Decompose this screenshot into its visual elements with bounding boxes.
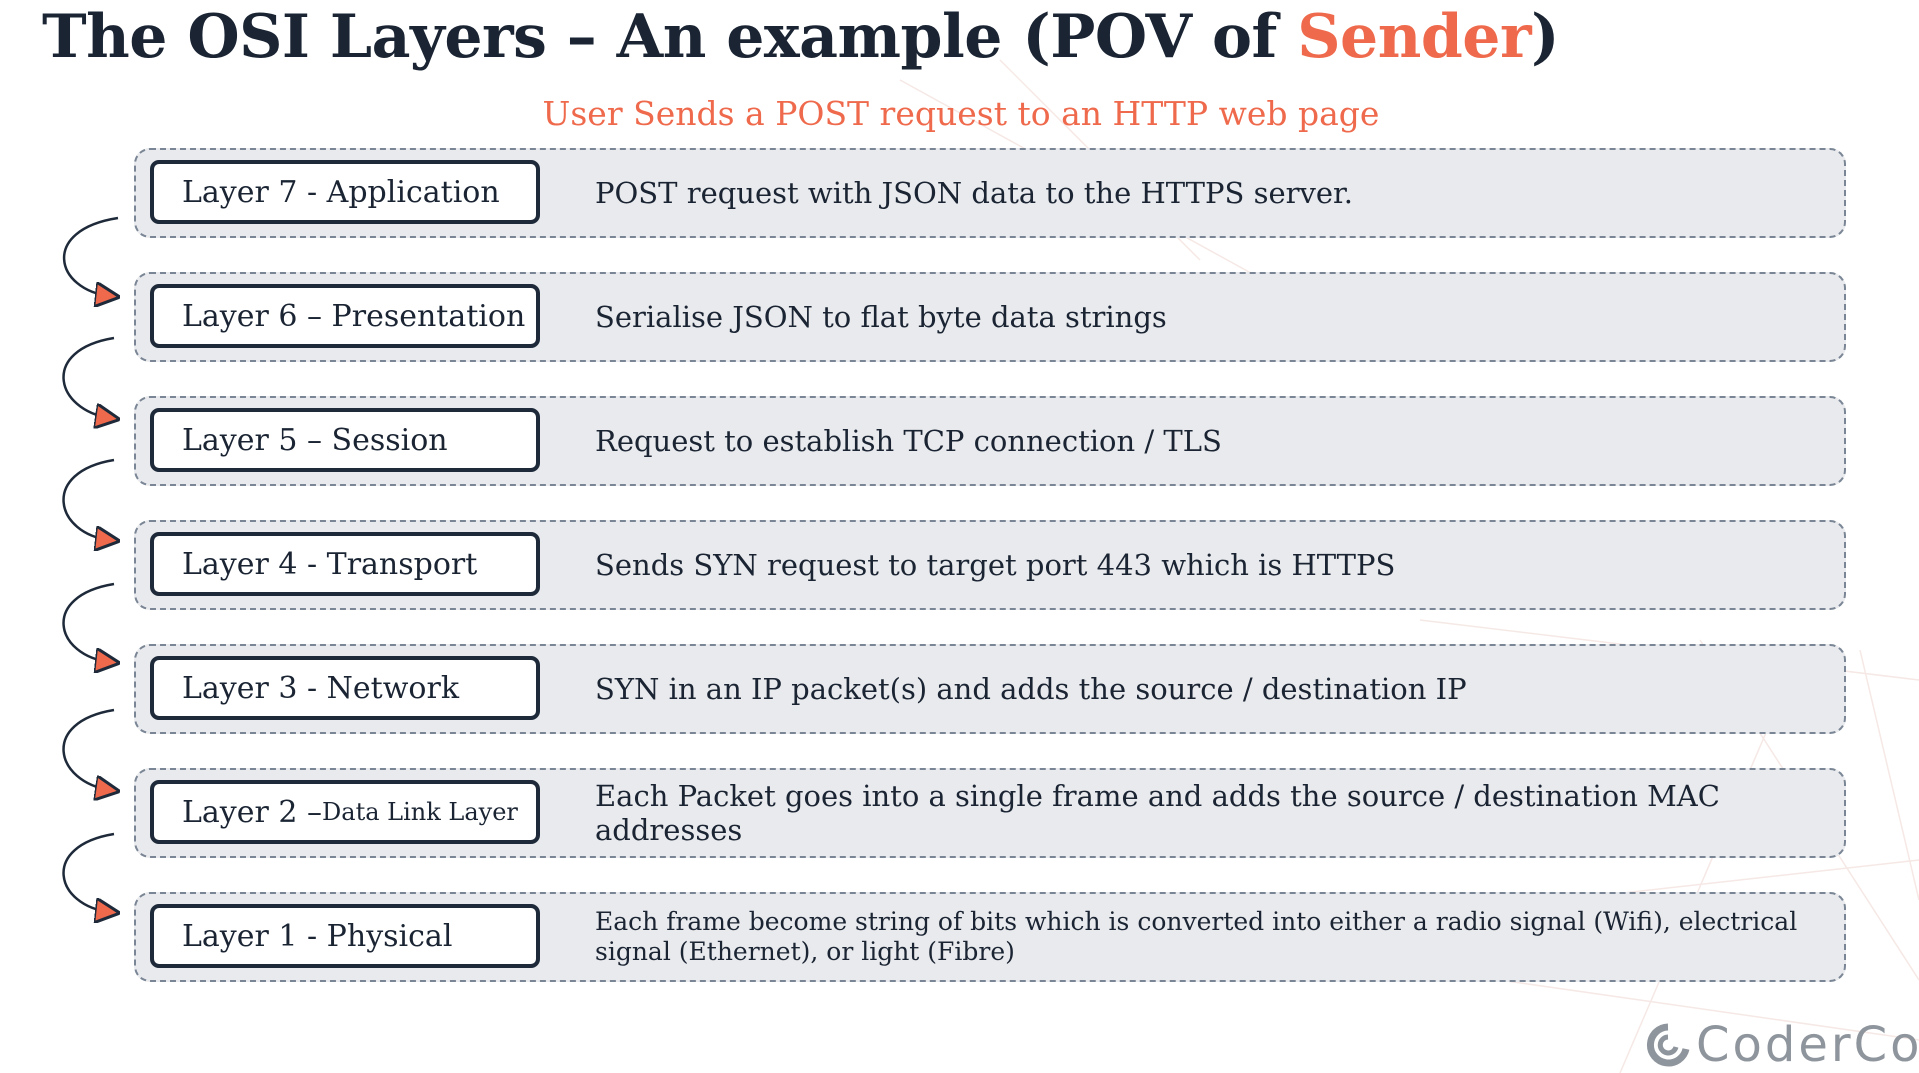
layer-description: SYN in an IP packet(s) and adds the sour… <box>595 672 1467 706</box>
layer-row-2: Layer 2 – Data Link Layer Each Packet go… <box>134 768 1846 858</box>
logo-text: CoderCo. <box>1696 1017 1919 1073</box>
layer-label: Layer 5 – Session <box>182 422 448 458</box>
layer-description: Request to establish TCP connection / TL… <box>595 424 1222 458</box>
layer-label-box: Layer 7 - Application <box>150 160 540 224</box>
arrow-7-to-6 <box>62 216 118 296</box>
layer-description: POST request with JSON data to the HTTPS… <box>595 176 1353 210</box>
layer-row-4: Layer 4 - Transport Sends SYN request to… <box>134 520 1846 610</box>
layer-row-1: Layer 1 - Physical Each frame become str… <box>134 892 1846 982</box>
layer-label: Layer 4 - Transport <box>182 546 478 582</box>
layer-label: Layer 2 – <box>182 794 323 830</box>
layer-description: Each frame become string of bits which i… <box>595 907 1798 966</box>
layer-row-7: Layer 7 - Application POST request with … <box>134 148 1846 238</box>
layer-description: Serialise JSON to flat byte data strings <box>595 300 1167 334</box>
arrow-4-to-3 <box>62 582 114 662</box>
layer-label-small: Data Link Layer <box>322 798 518 826</box>
layer-label-box: Layer 4 - Transport <box>150 532 540 596</box>
layer-row-6: Layer 6 – Presentation Serialise JSON to… <box>134 272 1846 362</box>
coderco-logo: CoderCo. <box>1646 1017 1919 1073</box>
arrow-5-to-4 <box>62 458 114 540</box>
layer-label: Layer 3 - Network <box>182 670 460 706</box>
layer-row-5: Layer 5 – Session Request to establish T… <box>134 396 1846 486</box>
arrow-2-to-1 <box>62 832 114 912</box>
layer-description: Sends SYN request to target port 443 whi… <box>595 548 1396 582</box>
coderco-logo-icon <box>1646 1023 1690 1067</box>
layer-label: Layer 7 - Application <box>182 174 500 210</box>
layer-description: Each Packet goes into a single frame and… <box>595 779 1720 847</box>
layer-label: Layer 6 – Presentation <box>182 298 526 334</box>
layer-label-box: Layer 3 - Network <box>150 656 540 720</box>
layer-label-box: Layer 2 – Data Link Layer <box>150 780 540 844</box>
layer-label-box: Layer 1 - Physical <box>150 904 540 968</box>
layer-label-box: Layer 5 – Session <box>150 408 540 472</box>
layer-row-3: Layer 3 - Network SYN in an IP packet(s)… <box>134 644 1846 734</box>
layer-label: Layer 1 - Physical <box>182 918 453 954</box>
layer-label-box: Layer 6 – Presentation <box>150 284 540 348</box>
arrow-3-to-2 <box>62 708 114 790</box>
arrow-6-to-5 <box>62 336 114 418</box>
